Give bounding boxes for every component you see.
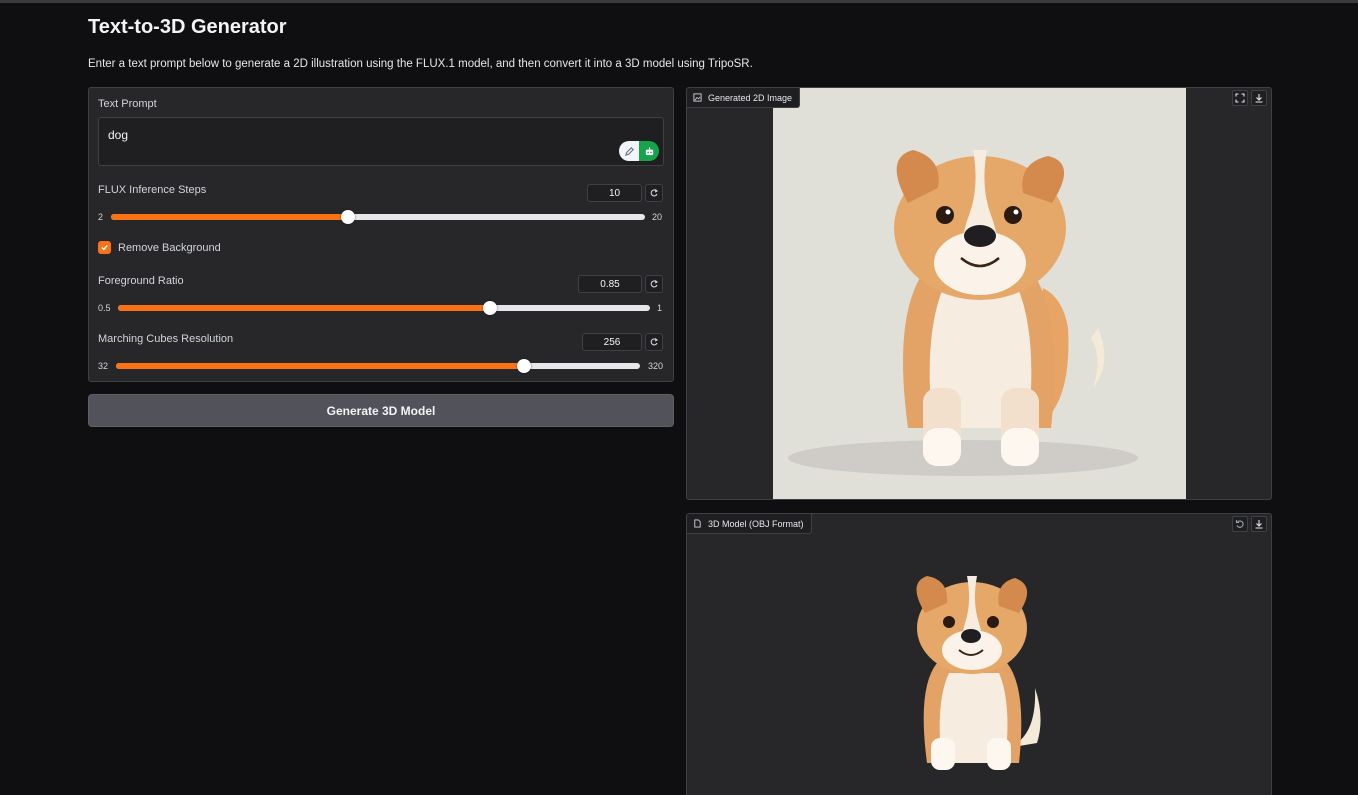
download-icon	[1255, 94, 1263, 103]
download-icon	[1255, 520, 1263, 529]
download-model-button[interactable]	[1251, 516, 1267, 532]
foreground-ratio-thumb[interactable]	[483, 301, 498, 315]
flux-steps-min: 2	[98, 212, 104, 222]
model-viewer-panel[interactable]: 3D Model (OBJ Format)	[686, 513, 1272, 795]
flux-steps-slider[interactable]	[111, 210, 645, 224]
marching-cubes-number[interactable]: 256	[582, 333, 642, 351]
prompt-input[interactable]: dog	[98, 117, 664, 166]
flux-steps-max: 20	[652, 212, 663, 222]
prompt-label: Text Prompt	[98, 98, 157, 110]
marching-cubes-max: 320	[648, 361, 664, 371]
foreground-ratio-reset-button[interactable]	[645, 275, 663, 293]
reset-icon	[650, 338, 659, 346]
input-panel: Text Prompt dog FLUX Inference Steps 10 …	[88, 87, 674, 382]
flux-steps-fill	[111, 214, 349, 220]
extension-toggle[interactable]	[619, 141, 659, 161]
flux-steps-reset-button[interactable]	[645, 184, 663, 202]
marching-cubes-thumb[interactable]	[516, 359, 531, 373]
marching-cubes-min: 32	[98, 361, 109, 371]
foreground-ratio-slider[interactable]	[118, 301, 650, 315]
model-label: 3D Model (OBJ Format)	[687, 514, 812, 534]
remove-background-checkbox[interactable]	[98, 241, 111, 254]
foreground-ratio-fill	[118, 305, 491, 311]
marching-cubes-label: Marching Cubes Resolution	[98, 333, 234, 345]
model-actions	[1232, 516, 1267, 532]
pen-icon[interactable]	[619, 141, 639, 161]
flux-steps-thumb[interactable]	[341, 210, 356, 224]
page-title: Text-to-3D Generator	[88, 16, 287, 38]
generate-3d-model-button[interactable]: Generate 3D Model	[88, 394, 674, 427]
remove-background-label[interactable]: Remove Background	[118, 242, 221, 254]
download-image-button[interactable]	[1251, 90, 1267, 106]
generated-image-panel: Generated 2D Image	[686, 87, 1272, 500]
marching-cubes-fill	[116, 363, 524, 369]
fullscreen-button[interactable]	[1232, 90, 1248, 106]
reset-icon	[650, 280, 659, 288]
top-border	[0, 0, 1358, 3]
foreground-ratio-label: Foreground Ratio	[98, 275, 184, 287]
dog-3d-model[interactable]	[887, 558, 1057, 795]
marching-cubes-slider[interactable]	[116, 359, 640, 373]
foreground-ratio-max: 1	[657, 303, 663, 313]
foreground-ratio-number[interactable]: 0.85	[578, 275, 642, 293]
check-icon	[101, 245, 108, 251]
image-actions	[1232, 90, 1267, 106]
generated-image-label: Generated 2D Image	[687, 88, 801, 108]
file-icon	[694, 519, 701, 528]
flux-steps-label: FLUX Inference Steps	[98, 184, 207, 196]
prompt-value: dog	[108, 128, 129, 142]
reset-icon	[650, 189, 659, 197]
fullscreen-icon	[1235, 93, 1245, 103]
undo-icon	[1235, 520, 1244, 528]
undo-button[interactable]	[1232, 516, 1248, 532]
model-label-text: 3D Model (OBJ Format)	[708, 518, 804, 529]
flux-steps-number[interactable]: 10	[587, 184, 642, 202]
image-icon	[693, 93, 702, 102]
generated-dog-image	[773, 88, 1186, 499]
robot-icon[interactable]	[639, 141, 659, 161]
generated-image-label-text: Generated 2D Image	[708, 92, 793, 103]
foreground-ratio-min: 0.5	[98, 303, 111, 313]
marching-cubes-reset-button[interactable]	[645, 333, 663, 351]
page-description: Enter a text prompt below to generate a …	[88, 58, 753, 70]
